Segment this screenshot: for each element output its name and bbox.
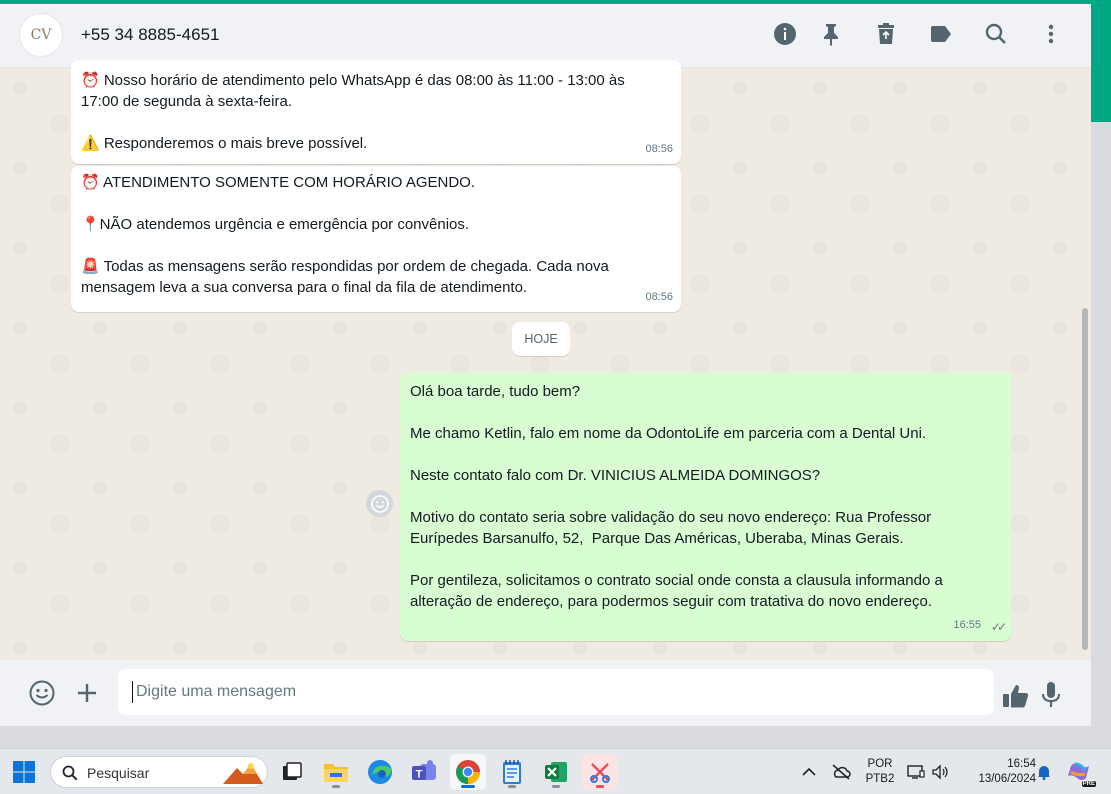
trash-icon[interactable]: [872, 20, 900, 48]
incoming-message[interactable]: ⏰ ATENDIMENTO SOMENTE COM HORÁRIO AGENDO…: [71, 166, 681, 312]
tray-chevron-up-icon[interactable]: [794, 754, 824, 790]
pin-icon[interactable]: [817, 20, 845, 48]
running-indicator: [596, 785, 604, 788]
edge-browser-icon[interactable]: [362, 754, 398, 790]
copilot-icon[interactable]: PRE: [1064, 754, 1096, 790]
thumbs-up-icon[interactable]: [1000, 680, 1032, 712]
taskbar-search[interactable]: Pesquisar: [50, 756, 268, 788]
windows-taskbar: Pesquisar T POR PTB2 16:54 13/06/2024 PR…: [0, 748, 1111, 794]
emoji-icon[interactable]: [26, 677, 58, 709]
running-indicator: [508, 785, 516, 788]
task-view-icon[interactable]: [274, 754, 310, 790]
taskbar-search-label: Pesquisar: [87, 765, 150, 781]
copilot-badge: PRE: [1081, 781, 1096, 787]
running-indicator: [332, 785, 340, 788]
outgoing-message[interactable]: Olá boa tarde, tudo bem? Me chamo Ketlin…: [400, 373, 1011, 641]
clock-date: 13/06/2024: [978, 773, 1036, 785]
message-input-placeholder: Digite uma mensagem: [136, 683, 297, 700]
text-caret: [132, 681, 133, 703]
input-language[interactable]: POR PTB2: [860, 757, 900, 787]
message-composer: Digite uma mensagem: [0, 660, 1091, 726]
label-icon[interactable]: [927, 20, 955, 48]
snipping-tool-icon[interactable]: [582, 754, 618, 790]
svg-text:T: T: [416, 769, 423, 781]
running-indicator: [552, 785, 560, 788]
file-explorer-icon[interactable]: [318, 754, 354, 790]
window-edge: [1091, 122, 1111, 726]
contact-avatar[interactable]: CV: [19, 13, 63, 57]
incoming-message[interactable]: ⏰ Nosso horário de atendimento pelo What…: [71, 60, 681, 164]
desktop-gap: [0, 726, 1111, 748]
chat-scrollbar[interactable]: [1082, 308, 1088, 650]
read-status-icon: ✓✓: [990, 620, 1007, 634]
menu-dots-icon[interactable]: [1037, 20, 1065, 48]
message-time: 16:55: [953, 619, 981, 631]
chat-header: CV +55 34 8885-4651: [0, 4, 1091, 68]
language-code: POR: [867, 758, 893, 770]
date-divider: HOJE: [512, 322, 570, 356]
search-highlight-icon: [223, 763, 263, 784]
whatsapp-window: CV +55 34 8885-4651 ⏰ Nosso horário de a…: [0, 4, 1091, 726]
microphone-icon[interactable]: [1035, 679, 1067, 711]
avatar-initials: CV: [30, 27, 52, 43]
teams-icon[interactable]: T: [406, 754, 442, 790]
volume-icon[interactable]: [928, 754, 952, 790]
notification-bell-icon[interactable]: [1033, 754, 1055, 790]
message-list[interactable]: ⏰ Nosso horário de atendimento pelo What…: [0, 60, 1091, 660]
active-indicator: [461, 785, 475, 788]
message-input[interactable]: Digite uma mensagem: [118, 669, 994, 715]
notepad-icon[interactable]: [494, 754, 530, 790]
app-side-accent: [1091, 4, 1111, 122]
chrome-icon[interactable]: [450, 754, 486, 790]
windows-start-icon[interactable]: [6, 754, 42, 790]
info-icon[interactable]: [771, 20, 799, 48]
system-clock[interactable]: 16:54 13/06/2024: [960, 757, 1036, 787]
network-icon[interactable]: [904, 754, 928, 790]
attach-plus-icon[interactable]: [71, 677, 103, 709]
contact-name[interactable]: +55 34 8885-4651: [81, 25, 220, 45]
react-emoji-icon[interactable]: [366, 490, 393, 517]
message-time: 08:56: [645, 143, 673, 155]
keyboard-layout: PTB2: [865, 773, 895, 785]
search-icon[interactable]: [982, 20, 1010, 48]
excel-icon[interactable]: [538, 754, 574, 790]
message-time: 08:56: [645, 291, 673, 303]
message-text: ⏰ ATENDIMENTO SOMENTE COM HORÁRIO AGENDO…: [81, 174, 609, 296]
onedrive-offline-icon[interactable]: [826, 754, 856, 790]
message-text: Olá boa tarde, tudo bem? Me chamo Ketlin…: [410, 383, 943, 610]
clock-time: 16:54: [1007, 758, 1036, 770]
message-text: ⏰ Nosso horário de atendimento pelo What…: [81, 72, 625, 152]
search-icon: [62, 765, 78, 781]
